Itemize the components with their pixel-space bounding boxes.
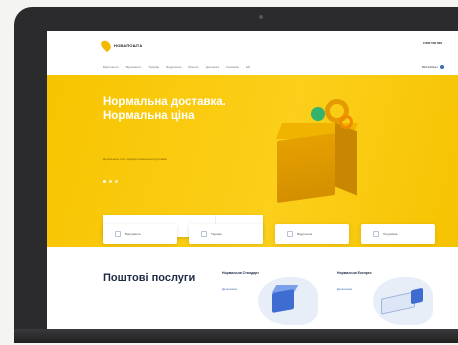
- account-label: Мій Кабінет: [421, 65, 438, 69]
- nav-item[interactable]: Бізнесу: [188, 65, 198, 69]
- nav-item-language[interactable]: EN: [246, 65, 250, 69]
- nav-item[interactable]: Відправити: [126, 65, 142, 69]
- service-support[interactable]: Підтримка: [361, 224, 435, 244]
- user-icon: [440, 65, 444, 69]
- card-more-link[interactable]: Детальніше: [337, 287, 352, 291]
- account-link[interactable]: Мій Кабінет: [422, 65, 444, 69]
- package-illustration: [272, 289, 294, 313]
- nav-item[interactable]: Компанія: [226, 65, 239, 69]
- carousel-dot[interactable]: [103, 180, 106, 183]
- webcam: [259, 15, 263, 19]
- service-card-standard[interactable]: Нормальна Стандарт Детальніше: [222, 265, 322, 335]
- truck-cab-illustration: [411, 287, 423, 305]
- service-send[interactable]: Відправити: [103, 224, 177, 244]
- section-title: Поштові послуги: [103, 272, 196, 284]
- site-logo[interactable]: НОВАПОШТА: [99, 38, 143, 53]
- laptop-frame: НОВАПОШТА 0 800 500 609 Відстежити Відпр…: [14, 7, 458, 343]
- service-label: Відправити: [125, 232, 141, 236]
- carousel-dot[interactable]: [115, 180, 118, 183]
- main-nav: Відстежити Відправити Тарифи Відділення …: [103, 65, 250, 69]
- parcel-box-illustration: [277, 132, 335, 204]
- card-title: Нормальна Стандарт: [222, 271, 259, 275]
- browser-screen: НОВАПОШТА 0 800 500 609 Відстежити Відпр…: [47, 31, 458, 339]
- calculator-icon: [201, 231, 207, 237]
- hotline-phone[interactable]: 0 800 500 609: [423, 41, 442, 45]
- chat-icon: [373, 231, 379, 237]
- carousel-dot[interactable]: [109, 180, 112, 183]
- box-icon: [115, 231, 121, 237]
- card-title: Нормальна Експрес: [337, 271, 372, 275]
- service-label: Підтримка: [383, 232, 398, 236]
- hero-subtitle-link[interactable]: Детальніше про тарифи нормальної доставк…: [103, 157, 167, 161]
- logo-pin-icon: [99, 38, 113, 53]
- logo-text: НОВАПОШТА: [114, 43, 143, 48]
- decor-ring: [339, 115, 353, 129]
- hero-title: Нормальна доставка. Нормальна ціна: [103, 96, 226, 122]
- service-card-express[interactable]: Нормальна Експрес Детальніше: [337, 265, 437, 335]
- hero-banner: Нормальна доставка. Нормальна ціна Детал…: [47, 75, 458, 247]
- service-tariffs[interactable]: Тарифи: [189, 224, 263, 244]
- nav-item[interactable]: Відділення: [166, 65, 181, 69]
- nav-item[interactable]: Тарифи: [148, 65, 159, 69]
- service-label: Тарифи: [211, 232, 222, 236]
- site-header: НОВАПОШТА 0 800 500 609 Відстежити Відпр…: [47, 31, 458, 75]
- parcel-side-illustration: [335, 122, 357, 196]
- service-branches[interactable]: Відділення: [275, 224, 349, 244]
- quick-services: Відправити Тарифи Відділення Підтримка: [103, 224, 435, 244]
- map-pin-icon: [287, 231, 293, 237]
- card-more-link[interactable]: Детальніше: [222, 287, 237, 291]
- nav-item[interactable]: Відстежити: [103, 65, 119, 69]
- decor-ball: [311, 107, 325, 121]
- service-label: Відділення: [297, 232, 313, 236]
- carousel-dots: [103, 180, 118, 183]
- nav-item[interactable]: Допомога: [206, 65, 219, 69]
